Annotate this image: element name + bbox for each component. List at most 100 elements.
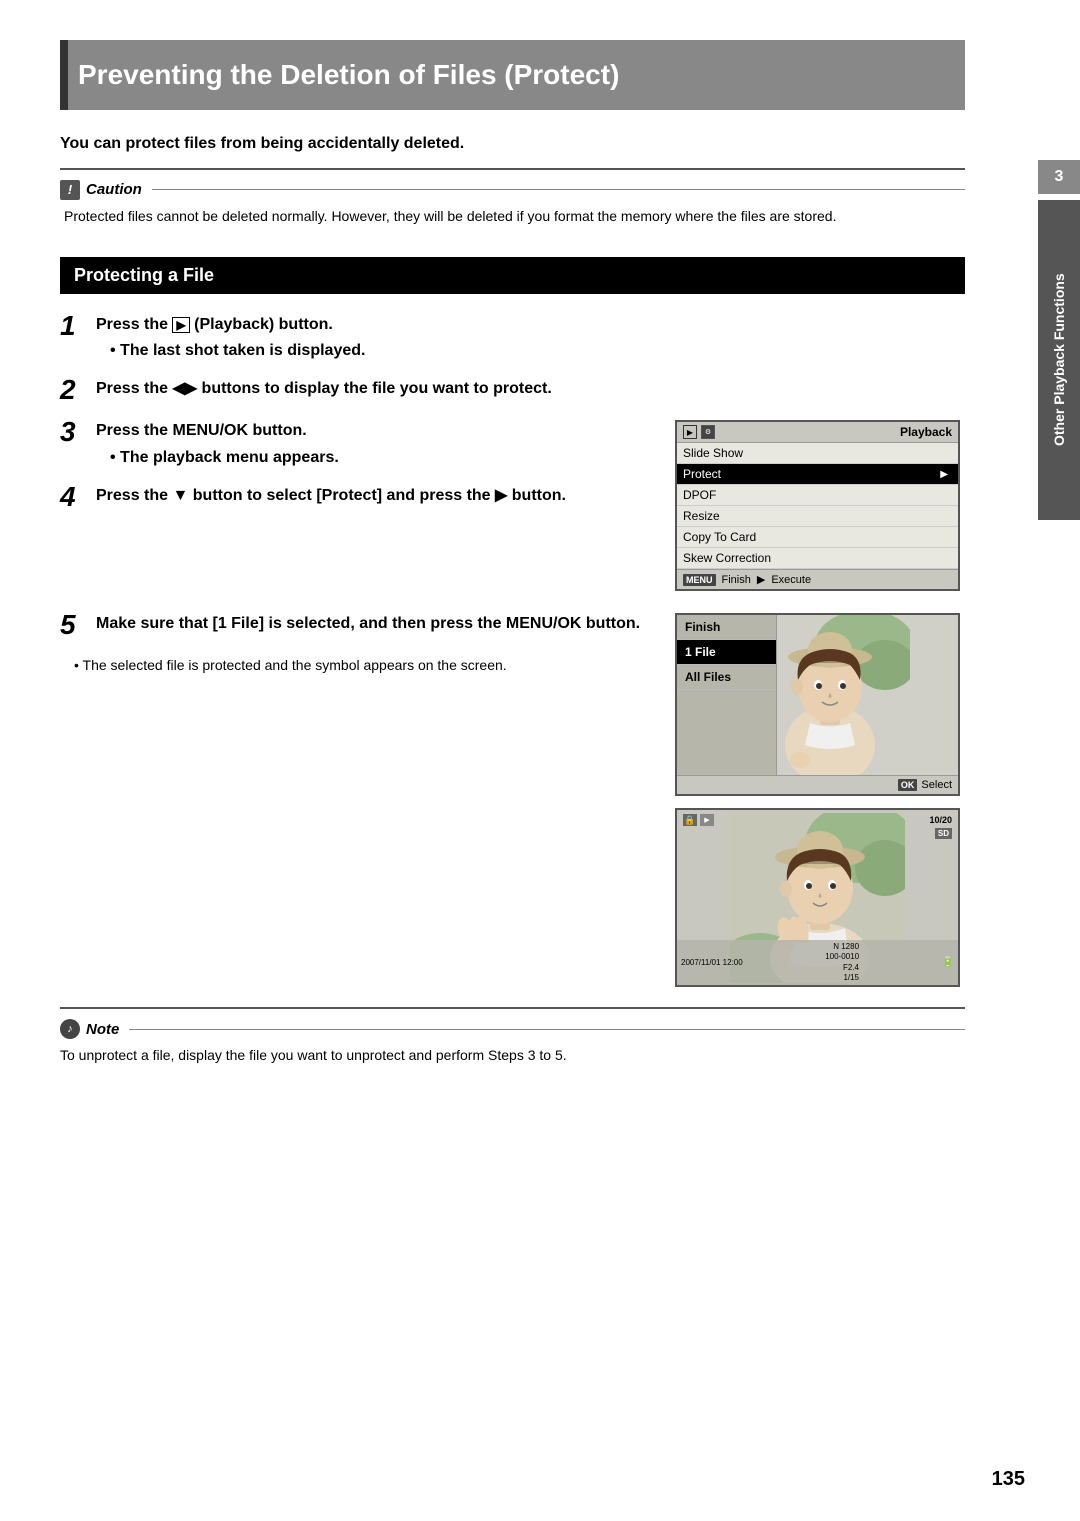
chapter-number: 3 [1038, 160, 1080, 194]
menu-item-resize-label: Resize [683, 509, 720, 523]
footer-arrow: ▶ [757, 573, 765, 586]
protect-menu-overlay: Finish 1 File All Files [677, 615, 777, 775]
step-1: 1 Press the ▶ (Playback) button. The las… [60, 314, 965, 363]
battery-icon: 🔋 [942, 957, 954, 968]
screen-3-inner: 🔒 ▶ 10/20 SD [677, 810, 958, 985]
step-1-content: Press the ▶ (Playback) button. The last … [96, 314, 965, 363]
steps-3-4-left: 3 Press the MENU/OK button. The playback… [60, 420, 655, 603]
step-2-content: Press the ◀▶ buttons to display the file… [96, 378, 965, 400]
sd-badge-container: SD [929, 827, 952, 840]
screen-3-overlay: 🔒 ▶ 10/20 SD [677, 810, 958, 843]
note-icon: ♪ [60, 1019, 80, 1039]
file-num: 100-0010 [825, 952, 859, 962]
step-3-text: Press the MENU/OK button. [96, 420, 655, 442]
step-1-number: 1 [60, 312, 96, 340]
protect-option-allfiles: All Files [677, 665, 776, 690]
steps-3-4-right: ▶ ⚙ Playback Slide Show Protect ▶ DPOF [675, 420, 965, 603]
screen-3-bottom-left: 2007/11/01 12:00 [681, 958, 743, 967]
menu-item-copy: Copy To Card [677, 527, 958, 548]
protect-option-finish-label: Finish [685, 620, 720, 634]
menu-item-slideshow: Slide Show [677, 443, 958, 464]
menu-item-copy-label: Copy To Card [683, 530, 756, 544]
step-3: 3 Press the MENU/OK button. The playback… [60, 420, 655, 469]
screen-1-footer-finish: Finish [722, 574, 751, 586]
step-5-row: 5 Make sure that [1 File] is selected, a… [60, 613, 965, 987]
screen-3-bottom-right: N 1280 100-0010 F2.4 1/15 [825, 942, 859, 984]
screen-3-icons: 🔒 ▶ [683, 814, 714, 826]
menu-item-resize: Resize [677, 506, 958, 527]
step-4-text: Press the ▼ button to select [Protect] a… [96, 485, 655, 507]
step-4-number: 4 [60, 483, 96, 511]
play-symbol: ▶ [700, 814, 714, 826]
screen-3-bottom: 2007/11/01 12:00 N 1280 100-0010 F2.4 1/… [677, 940, 958, 986]
play-icon: ▶ [683, 425, 697, 439]
step-5-content: Make sure that [1 File] is selected, and… [96, 613, 655, 635]
note-label: Note [86, 1021, 119, 1038]
screen-2-footer-select: Select [921, 779, 952, 791]
steps-3-4-row: 3 Press the MENU/OK button. The playback… [60, 420, 965, 603]
title-block: Preventing the Deletion of Files (Protec… [60, 40, 965, 110]
protect-option-allfiles-label: All Files [685, 670, 731, 684]
section-header: Protecting a File [60, 257, 965, 294]
aperture: F2.4 [825, 963, 859, 973]
screen-2-image: Finish 1 File All Files [677, 615, 958, 775]
screen-header-left: ▶ ⚙ [683, 425, 715, 439]
step-4: 4 Press the ▼ button to select [Protect]… [60, 485, 655, 511]
caution-divider [152, 189, 965, 190]
screen-1: ▶ ⚙ Playback Slide Show Protect ▶ DPOF [675, 420, 960, 591]
menu-item-dpof: DPOF [677, 485, 958, 506]
menu-item-protect: Protect ▶ [677, 464, 958, 485]
caution-text: Protected files cannot be deleted normal… [60, 206, 965, 227]
screen-1-header: ▶ ⚙ Playback [677, 422, 958, 443]
menu-item-dpof-label: DPOF [683, 488, 716, 502]
step-3-number: 3 [60, 418, 96, 446]
screen-1-footer-execute: Execute [771, 574, 811, 586]
lock-symbol: 🔒 [683, 814, 697, 826]
step-1-sub: The last shot taken is displayed. [96, 340, 965, 362]
page-container: 3 Other Playback Functions Preventing th… [0, 0, 1080, 1521]
protect-option-finish: Finish [677, 615, 776, 640]
step-5-number: 5 [60, 611, 96, 639]
step-2-text: Press the ◀▶ buttons to display the file… [96, 378, 965, 400]
menu-icon: ⚙ [701, 425, 715, 439]
caution-box: ! Caution Protected files cannot be dele… [60, 168, 965, 237]
note-text: To unprotect a file, display the file yo… [60, 1045, 965, 1066]
menu-item-protect-arrow: ▶ [940, 469, 948, 480]
step-5-left: 5 Make sure that [1 File] is selected, a… [60, 613, 655, 987]
page-number: 135 [992, 1468, 1025, 1491]
screen-1-footer: MENU Finish ▶ Execute [677, 569, 958, 589]
step-3-sub: The playback menu appears. [96, 447, 655, 469]
step-3-content: Press the MENU/OK button. The playback m… [96, 420, 655, 469]
screen-2: Finish 1 File All Files [675, 613, 960, 796]
photo-count: 10/20 [929, 814, 952, 827]
sidebar-label: Other Playback Functions [1051, 274, 1067, 447]
screen-2-footer: OK Select [677, 775, 958, 794]
note-divider [129, 1029, 965, 1030]
menu-item-skew-label: Skew Correction [683, 551, 771, 565]
date-stamp: 2007/11/01 12:00 [681, 958, 743, 967]
n-label: N 1280 [825, 942, 859, 952]
step-5: 5 Make sure that [1 File] is selected, a… [60, 613, 655, 639]
menu-btn: MENU [683, 574, 716, 586]
section-title-text: Protecting a File [74, 265, 214, 285]
shutter: 1/15 [825, 973, 859, 983]
step-1-text: Press the ▶ (Playback) button. [96, 314, 965, 336]
page-title: Preventing the Deletion of Files (Protec… [78, 58, 945, 92]
sd-badge: SD [935, 828, 952, 839]
step-5-right: Finish 1 File All Files [675, 613, 965, 987]
bullet-note: The selected file is protected and the s… [60, 655, 655, 676]
intro-text: You can protect files from being acciden… [60, 135, 965, 153]
screen-1-title: Playback [900, 425, 952, 439]
screen-3-info-right: 10/20 SD [929, 814, 952, 839]
caution-icon: ! [60, 180, 80, 200]
note-title: ♪ Note [60, 1019, 965, 1039]
menu-item-skew: Skew Correction [677, 548, 958, 569]
step-5-text: Make sure that [1 File] is selected, and… [96, 613, 655, 635]
caution-title: ! Caution [60, 180, 965, 200]
note-box: ♪ Note To unprotect a file, display the … [60, 1007, 965, 1074]
step-2: 2 Press the ◀▶ buttons to display the fi… [60, 378, 965, 404]
menu-item-protect-label: Protect [683, 467, 721, 481]
protect-option-1file-label: 1 File [685, 645, 716, 659]
main-content: Preventing the Deletion of Files (Protec… [60, 0, 1025, 1074]
sidebar-tab: Other Playback Functions [1038, 200, 1080, 520]
